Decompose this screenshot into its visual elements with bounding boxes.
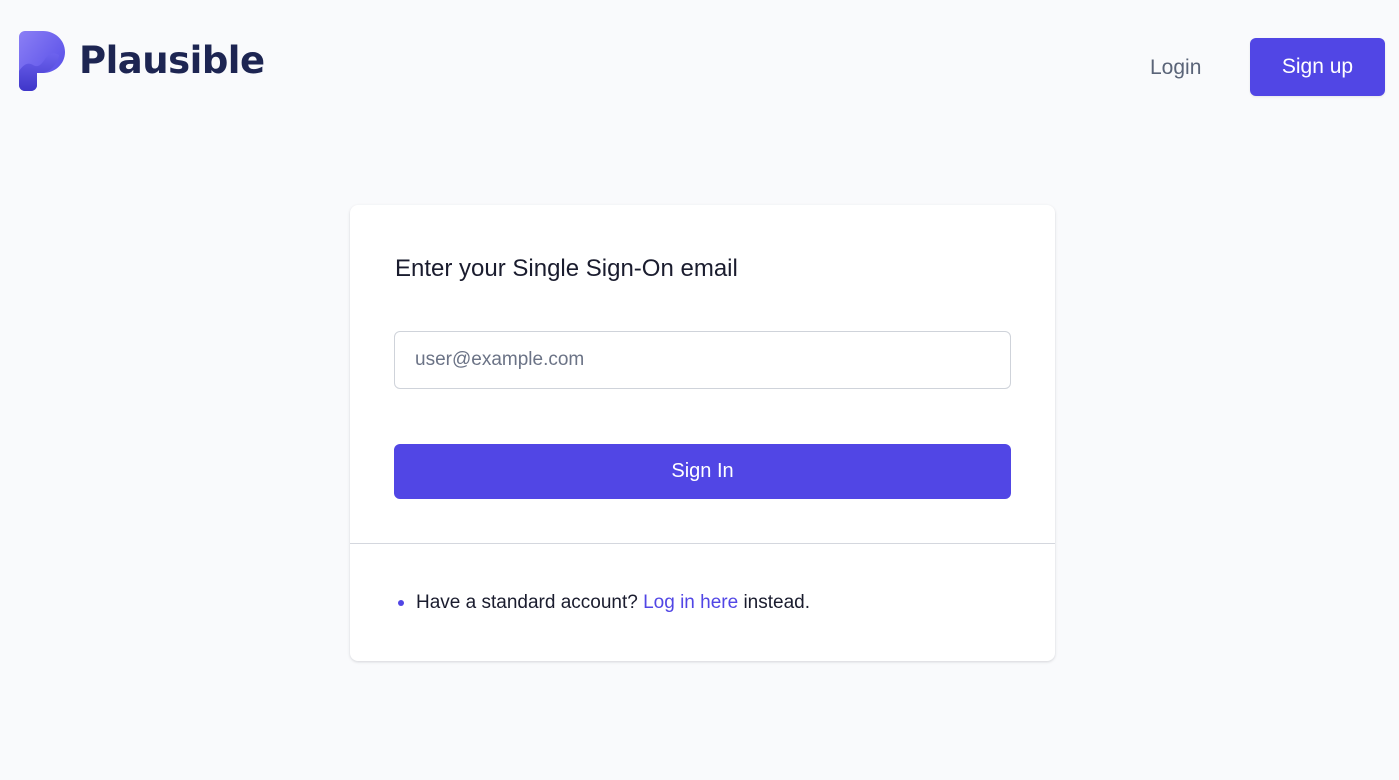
standard-account-suffix: instead. bbox=[743, 592, 810, 613]
standard-login-link[interactable]: Log in here bbox=[643, 590, 738, 616]
bullet-icon bbox=[398, 600, 404, 606]
plausible-logo-icon bbox=[19, 31, 65, 91]
brand-home-link[interactable]: Plausible bbox=[19, 31, 265, 91]
signup-button[interactable]: Sign up bbox=[1250, 38, 1385, 96]
list-item: Have a standard account? Log in here ins… bbox=[398, 590, 810, 616]
standard-account-prefix: Have a standard account? bbox=[416, 592, 638, 613]
brand-name: Plausible bbox=[79, 39, 265, 82]
sso-email-input[interactable] bbox=[394, 331, 1011, 389]
card-title: Enter your Single Sign-On email bbox=[395, 255, 738, 282]
sign-in-button[interactable]: Sign In bbox=[394, 444, 1011, 499]
sso-login-card: Enter your Single Sign-On email Sign In … bbox=[350, 205, 1055, 661]
alternate-login-list: Have a standard account? Log in here ins… bbox=[398, 590, 810, 616]
card-divider bbox=[350, 543, 1055, 544]
top-header: Plausible Login Sign up bbox=[0, 0, 1399, 130]
login-link[interactable]: Login bbox=[1150, 50, 1201, 86]
